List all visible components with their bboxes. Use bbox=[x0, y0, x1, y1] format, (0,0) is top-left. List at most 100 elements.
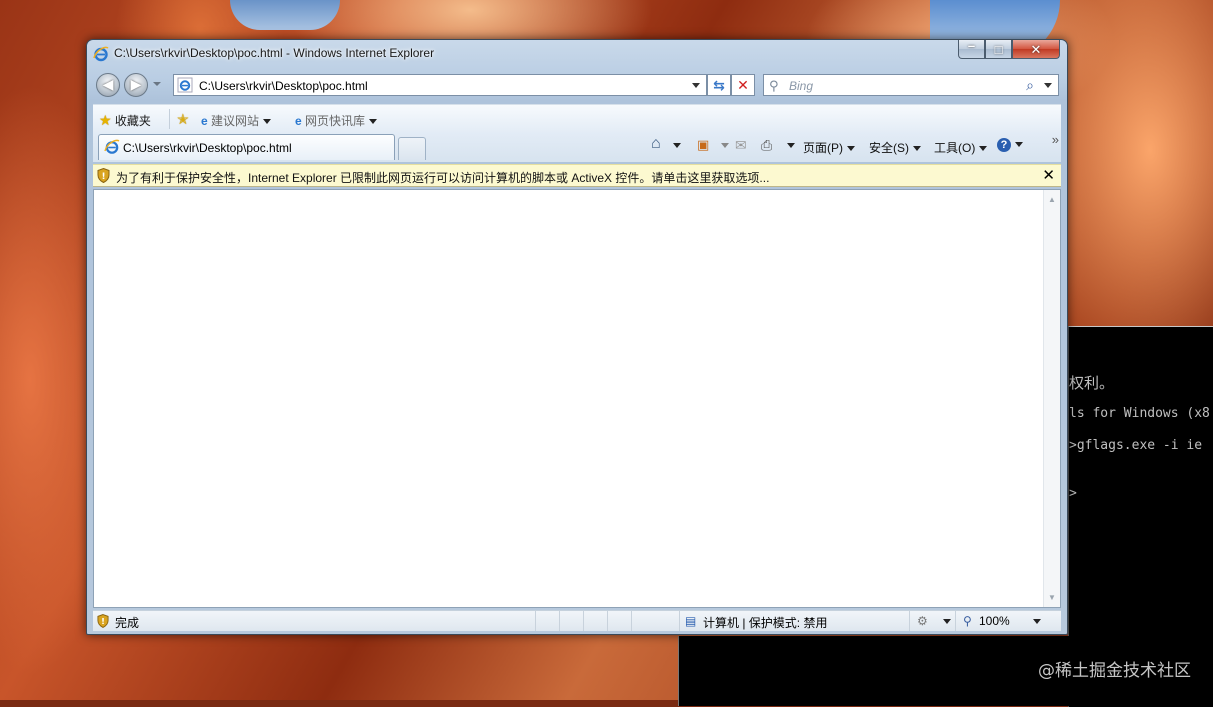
more-commands-icon[interactable]: » bbox=[1052, 132, 1059, 147]
status-divider bbox=[583, 611, 584, 631]
address-text: C:\Users\rkvir\Desktop\poc.html bbox=[199, 79, 368, 93]
divider bbox=[169, 109, 170, 129]
home-icon[interactable]: ⌂ bbox=[651, 135, 661, 153]
status-divider bbox=[631, 611, 632, 631]
window-title: C:\Users\rkvir\Desktop\poc.html - Window… bbox=[114, 46, 435, 60]
status-divider bbox=[559, 611, 560, 631]
svg-text:!: ! bbox=[101, 616, 105, 626]
close-icon: ✕ bbox=[1030, 42, 1042, 57]
page-menu[interactable]: 页面(P) bbox=[803, 139, 855, 156]
back-button[interactable]: ◀ bbox=[96, 73, 120, 97]
add-favorite-star-icon: ✭ bbox=[177, 111, 189, 127]
maximize-button[interactable]: □ bbox=[985, 40, 1012, 59]
stop-button[interactable]: ✕ bbox=[731, 74, 755, 96]
print-icon[interactable]: ⎙ bbox=[761, 137, 772, 154]
page-menu-label: 页面(P) bbox=[803, 141, 843, 155]
safety-menu-label: 安全(S) bbox=[869, 141, 909, 155]
status-divider bbox=[955, 611, 956, 631]
search-box[interactable]: ⚲ Bing ⌕ bbox=[763, 74, 1059, 96]
tab-current[interactable]: C:\Users\rkvir\Desktop\poc.html bbox=[98, 134, 395, 160]
help-icon: ? bbox=[997, 138, 1011, 152]
star-icon: ★ bbox=[99, 112, 112, 128]
dropdown-arrow-icon bbox=[1015, 142, 1023, 148]
favorites-label: 收藏夹 bbox=[114, 114, 151, 128]
shield-icon: ! bbox=[97, 614, 109, 628]
ie-logo-icon bbox=[93, 46, 109, 62]
minimize-button[interactable]: – bbox=[958, 38, 985, 59]
svg-text:!: ! bbox=[101, 172, 105, 182]
feeds-dropdown-icon[interactable] bbox=[721, 143, 729, 148]
security-zone[interactable]: 计算机 | 保护模式: 禁用 bbox=[703, 614, 827, 631]
search-provider-icon: ⚲ bbox=[769, 78, 779, 93]
wallpaper-sky bbox=[230, 0, 340, 30]
zoom-icon: ⚲ bbox=[963, 614, 972, 628]
new-tab-button[interactable] bbox=[398, 137, 426, 160]
vertical-scrollbar[interactable]: ▲ ▼ bbox=[1043, 190, 1060, 607]
console-window-bottom bbox=[678, 636, 1079, 706]
search-options-dropdown[interactable] bbox=[1044, 83, 1052, 88]
computer-icon: ▤ bbox=[685, 614, 697, 628]
ie-page-icon bbox=[177, 77, 193, 93]
web-slice-gallery-button[interactable]: e 网页快讯库 bbox=[295, 112, 378, 129]
status-divider bbox=[909, 611, 910, 631]
status-bar: ! 完成 ▤ 计算机 | 保护模式: 禁用 ⚙ ⚲ 100% bbox=[93, 610, 1061, 631]
zone-settings-icon[interactable]: ⚙ bbox=[917, 614, 928, 628]
feeds-icon[interactable]: ▣ bbox=[697, 137, 709, 153]
home-dropdown-icon[interactable] bbox=[673, 143, 681, 148]
tools-menu[interactable]: 工具(O) bbox=[934, 139, 988, 156]
information-bar[interactable]: ! 为了有利于保护安全性，Internet Explorer 已限制此网页运行可… bbox=[93, 164, 1061, 187]
status-divider bbox=[607, 611, 608, 631]
web-slice-gallery-label: 网页快讯库 bbox=[305, 114, 366, 128]
status-divider bbox=[535, 611, 536, 631]
ie-window: C:\Users\rkvir\Desktop\poc.html - Window… bbox=[86, 38, 1068, 635]
tab-bar: C:\Users\rkvir\Desktop\poc.html ⌂ ▣ ✉ ⎙ … bbox=[93, 132, 1061, 162]
forward-button[interactable]: ▶ bbox=[124, 73, 148, 97]
console-line: >gflags.exe -i ie bbox=[1069, 438, 1203, 453]
watermark: @稀土掘金技术社区 bbox=[1038, 661, 1191, 681]
search-placeholder: Bing bbox=[789, 79, 814, 93]
information-bar-message: 为了有利于保护安全性，Internet Explorer 已限制此网页运行可以访… bbox=[116, 171, 770, 185]
favorites-bar: ★ 收藏夹 ✭ e 建议网站 e 网页快讯库 bbox=[93, 104, 1061, 133]
shield-icon: ! bbox=[97, 168, 110, 183]
print-dropdown-icon[interactable] bbox=[787, 143, 795, 148]
search-icon[interactable]: ⌕ bbox=[1026, 77, 1034, 94]
dropdown-arrow-icon bbox=[847, 146, 855, 152]
dropdown-arrow-icon bbox=[369, 119, 378, 125]
suggested-sites-button[interactable]: e 建议网站 bbox=[201, 112, 272, 129]
mail-icon[interactable]: ✉ bbox=[735, 137, 747, 154]
status-text: 完成 bbox=[115, 616, 140, 630]
ie-page-icon: e bbox=[295, 114, 302, 128]
address-bar[interactable]: C:\Users\rkvir\Desktop\poc.html bbox=[173, 74, 707, 96]
recent-pages-dropdown[interactable] bbox=[153, 82, 161, 86]
close-button[interactable]: ✕ bbox=[1012, 40, 1060, 59]
ie-logo-icon bbox=[104, 139, 120, 154]
tools-menu-label: 工具(O) bbox=[934, 141, 976, 155]
minimize-icon: – bbox=[967, 38, 976, 53]
title-bar[interactable]: C:\Users\rkvir\Desktop\poc.html - Window… bbox=[87, 38, 1067, 68]
favorites-button[interactable]: ★ 收藏夹 bbox=[99, 112, 151, 129]
window-controls: – □ ✕ bbox=[958, 38, 1060, 60]
ie-page-icon: e bbox=[201, 114, 208, 128]
add-to-favorites-button[interactable]: ✭ bbox=[177, 111, 189, 128]
console-line: 权利。 bbox=[1069, 374, 1115, 392]
suggested-sites-label: 建议网站 bbox=[211, 114, 260, 128]
dropdown-arrow-icon bbox=[263, 119, 272, 125]
dropdown-arrow-icon bbox=[979, 146, 988, 152]
zoom-level[interactable]: 100% bbox=[979, 614, 1010, 628]
maximize-icon: □ bbox=[994, 42, 1003, 57]
help-menu[interactable]: ? bbox=[997, 137, 1023, 152]
zone-dropdown-icon[interactable] bbox=[943, 619, 951, 624]
console-window[interactable]: 权利。 ls for Windows (x8 >gflags.exe -i ie… bbox=[1068, 326, 1213, 707]
refresh-button[interactable]: ⇆ bbox=[707, 74, 731, 96]
address-dropdown-icon[interactable] bbox=[692, 83, 700, 88]
scroll-down-icon[interactable]: ▼ bbox=[1048, 593, 1056, 602]
tab-label: C:\Users\rkvir\Desktop\poc.html bbox=[123, 141, 292, 155]
page-content[interactable]: ▲ ▼ bbox=[93, 189, 1061, 608]
console-line: > bbox=[1069, 486, 1077, 501]
navigation-bar: ◀ ▶ C:\Users\rkvir\Desktop\poc.html ⇆ ✕ … bbox=[87, 70, 1067, 100]
scroll-up-icon[interactable]: ▲ bbox=[1048, 195, 1056, 204]
safety-menu[interactable]: 安全(S) bbox=[869, 139, 921, 156]
dropdown-arrow-icon bbox=[913, 146, 921, 152]
zoom-dropdown-icon[interactable] bbox=[1033, 619, 1041, 624]
close-icon[interactable]: ✕ bbox=[1042, 166, 1055, 184]
